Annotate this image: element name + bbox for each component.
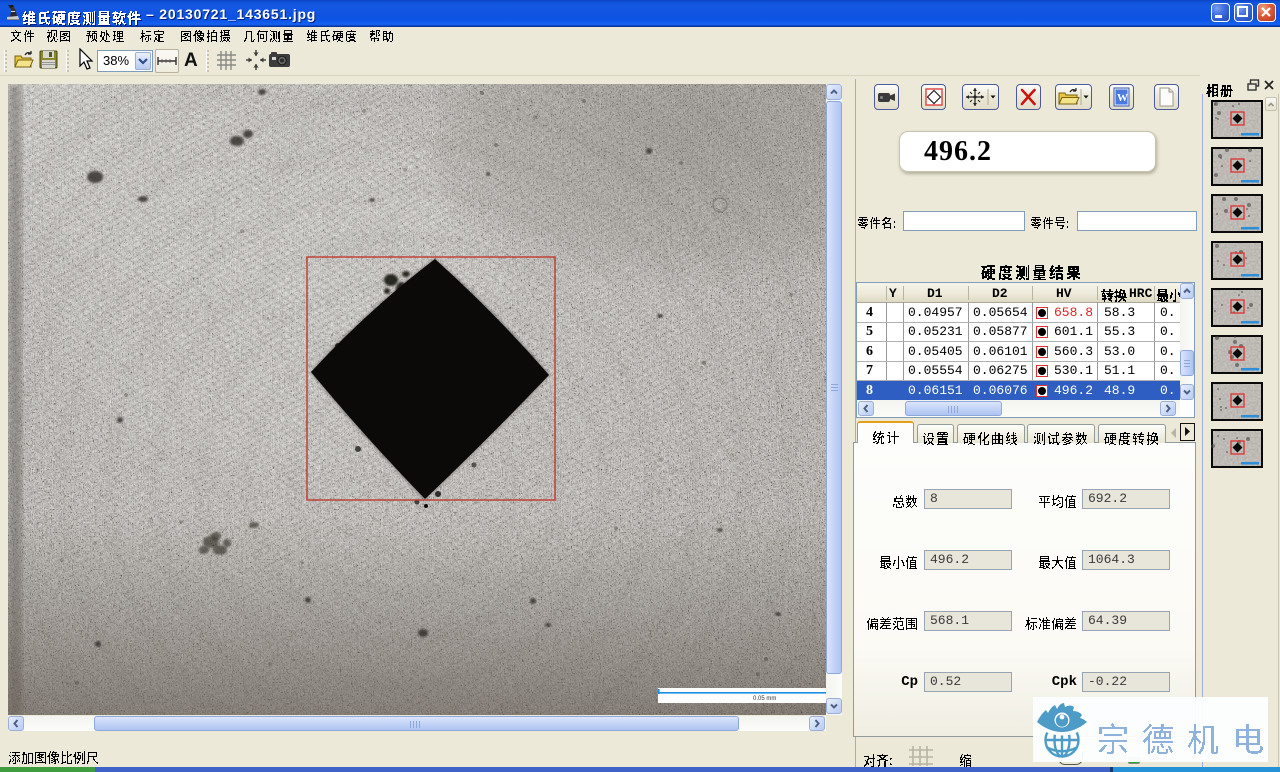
svg-text:W: W <box>1117 92 1128 104</box>
svg-text:0.05 mm: 0.05 mm <box>753 696 776 702</box>
